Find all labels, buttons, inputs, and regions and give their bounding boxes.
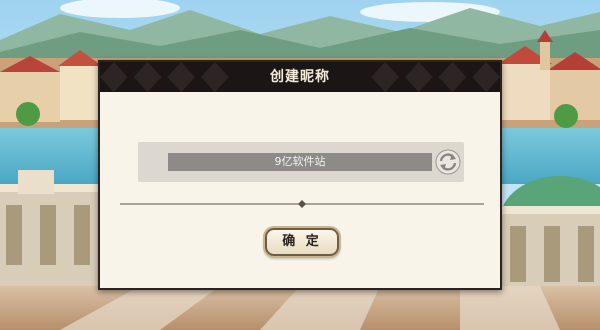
create-nickname-dialog: 创建昵称 9亿软件站 确 定 — [98, 60, 502, 290]
dialog-header: 创建昵称 — [100, 62, 500, 92]
ornamental-divider — [120, 200, 484, 208]
dialog-title: 创建昵称 — [270, 69, 330, 85]
nickname-input[interactable]: 9亿软件站 — [168, 153, 432, 171]
refresh-icon[interactable] — [435, 149, 461, 175]
nickname-panel: 9亿软件站 — [138, 142, 464, 182]
confirm-button[interactable]: 确 定 — [265, 228, 339, 256]
